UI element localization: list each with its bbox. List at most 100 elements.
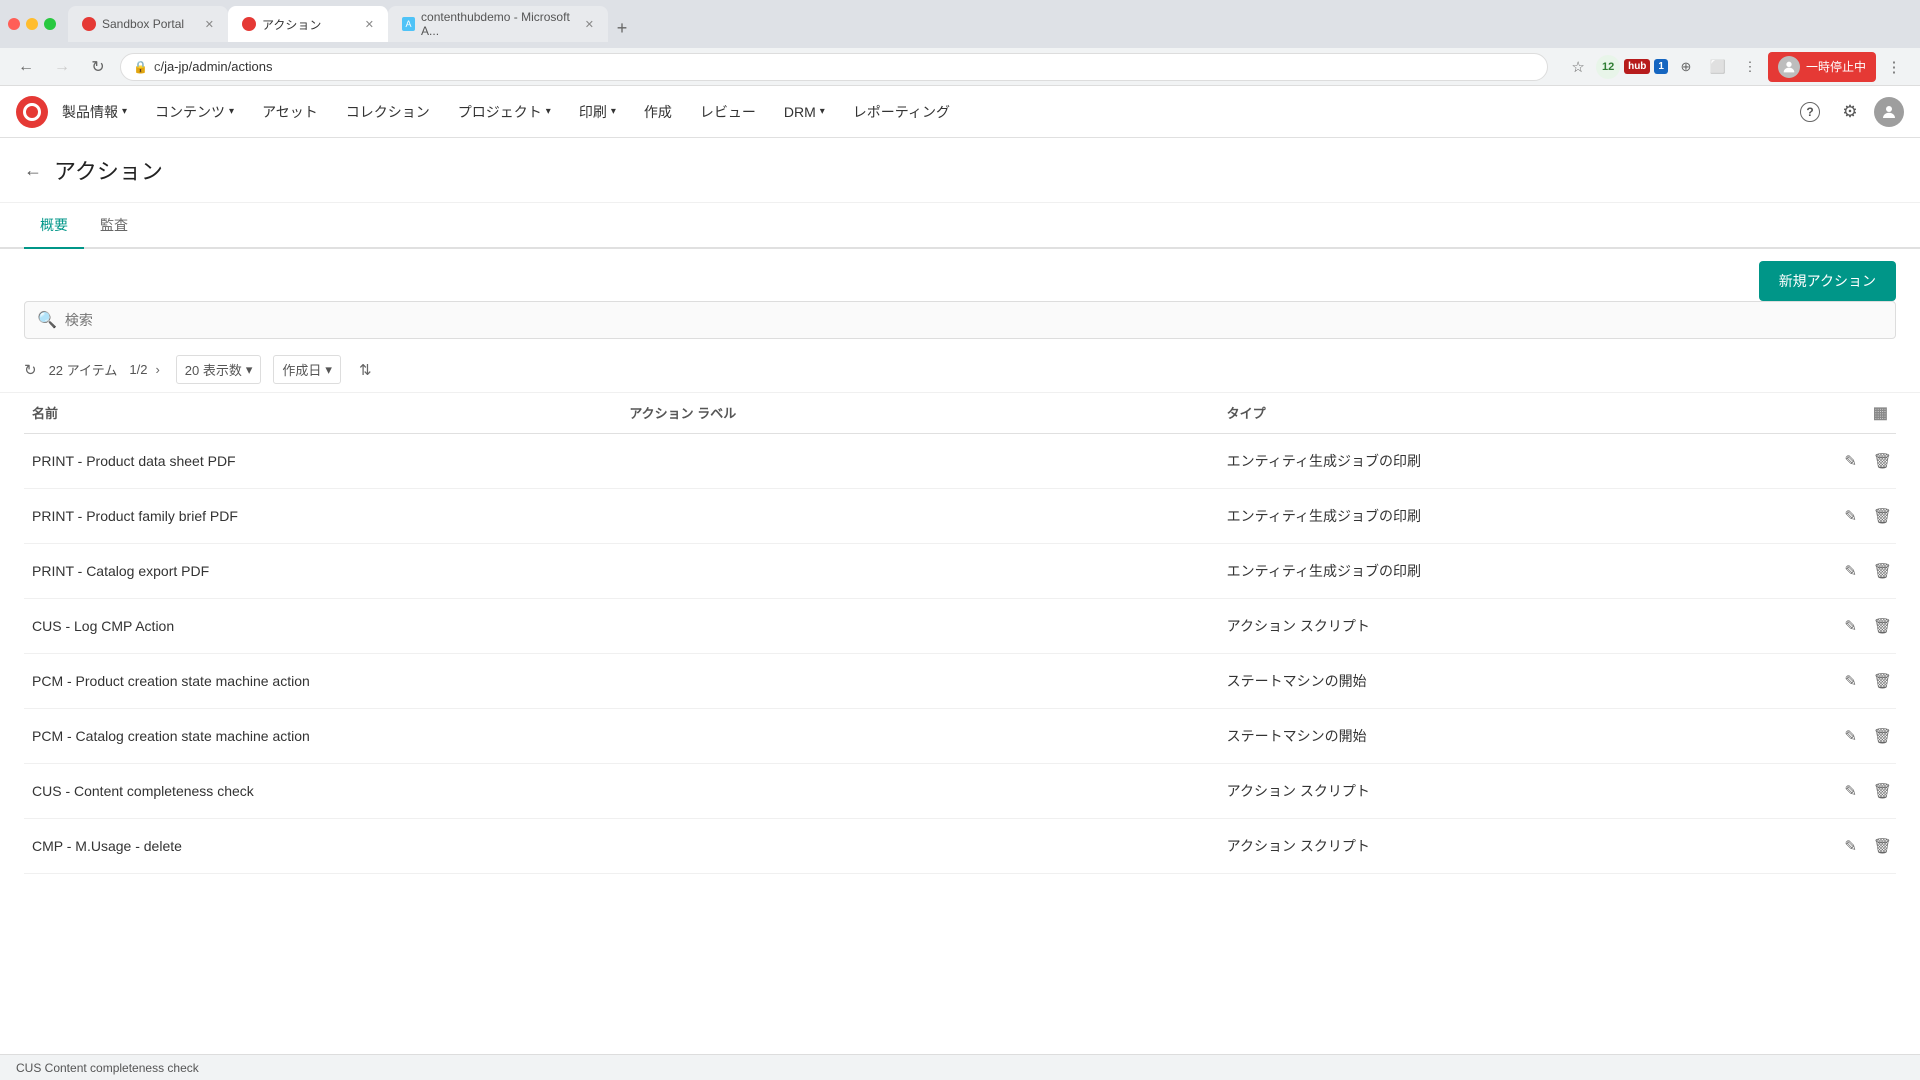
row-6-delete-button[interactable]: 🗑	[1869, 723, 1896, 749]
nav-item-reporting[interactable]: レポーティング	[839, 86, 964, 138]
settings-button[interactable]: ⚙	[1834, 96, 1866, 128]
row-8-actions: ✎ 🗑	[1816, 833, 1896, 859]
page-title: アクション	[54, 154, 163, 186]
user-pause-button[interactable]: 一時停止中	[1768, 52, 1876, 82]
forward-nav-button[interactable]: →	[48, 53, 76, 81]
nav-item-products[interactable]: 製品情報 ▾	[48, 86, 141, 138]
row-1-edit-button[interactable]: ✎	[1840, 448, 1861, 474]
back-button[interactable]: ←	[24, 160, 42, 181]
tab-label-1: Sandbox Portal	[102, 17, 184, 31]
extensions-icon[interactable]: ⬜	[1704, 53, 1732, 81]
app-logo[interactable]	[16, 96, 48, 128]
user-avatar	[1778, 56, 1800, 78]
page-tabs: 概要 監査	[0, 203, 1920, 249]
refresh-button[interactable]: ↻	[24, 361, 37, 379]
display-count-selector[interactable]: 20 表示数 ▾	[176, 355, 262, 384]
pagination: 1/2 ›	[129, 360, 163, 379]
nav-item-print[interactable]: 印刷 ▾	[565, 86, 630, 138]
new-tab-button[interactable]: +	[608, 14, 636, 42]
row-1-type: エンティティ生成ジョブの印刷	[1219, 451, 1816, 471]
row-5-edit-button[interactable]: ✎	[1840, 668, 1861, 694]
row-3-actions: ✎ 🗑	[1816, 558, 1896, 584]
table-container: 名前 アクション ラベル タイプ ▦ PRINT - Product data …	[0, 393, 1920, 874]
row-2-delete-button[interactable]: 🗑	[1869, 503, 1896, 529]
table-row: PRINT - Product family brief PDF エンティティ生…	[24, 489, 1896, 544]
table-row: PRINT - Product data sheet PDF エンティティ生成ジ…	[24, 434, 1896, 489]
table-row: CUS - Content completeness check アクション ス…	[24, 764, 1896, 819]
nav-item-drm[interactable]: DRM ▾	[770, 86, 839, 138]
browser-tab-1[interactable]: Sandbox Portal ✕	[68, 6, 228, 42]
address-bar[interactable]: 🔒 c /ja-jp/admin/actions	[120, 53, 1548, 81]
nav-dropdown-arrow-4: ▾	[546, 106, 551, 117]
col-header-type: タイプ	[1219, 403, 1816, 423]
row-4-delete-button[interactable]: 🗑	[1869, 613, 1896, 639]
nav-item-assets[interactable]: アセット	[248, 86, 332, 138]
back-nav-button[interactable]: ←	[12, 53, 40, 81]
tab-close-2[interactable]: ✕	[365, 18, 374, 31]
row-7-delete-button[interactable]: 🗑	[1869, 778, 1896, 804]
translate-icon[interactable]: ⊕	[1672, 53, 1700, 81]
sort-selector[interactable]: 作成日 ▾	[273, 355, 341, 384]
row-4-name: CUS - Log CMP Action	[24, 618, 621, 634]
row-7-edit-button[interactable]: ✎	[1840, 778, 1861, 804]
tab-label-3: contenthubdemo - Microsoft A...	[421, 10, 579, 38]
nav-item-content[interactable]: コンテンツ ▾	[141, 86, 248, 138]
tab-favicon-3: A	[402, 17, 415, 31]
reload-button[interactable]: ↻	[84, 53, 112, 81]
row-4-type: アクション スクリプト	[1219, 616, 1816, 636]
ext-hub-badge[interactable]: hub	[1624, 59, 1650, 74]
row-6-edit-button[interactable]: ✎	[1840, 723, 1861, 749]
row-3-edit-button[interactable]: ✎	[1840, 558, 1861, 584]
nav-item-projects[interactable]: プロジェクト ▾	[444, 86, 565, 138]
row-6-name: PCM - Catalog creation state machine act…	[24, 728, 621, 744]
row-8-edit-button[interactable]: ✎	[1840, 833, 1861, 859]
row-2-edit-button[interactable]: ✎	[1840, 503, 1861, 529]
tab-label-2: アクション	[262, 16, 321, 33]
row-1-delete-button[interactable]: 🗑	[1869, 448, 1896, 474]
new-action-button[interactable]: 新規アクション	[1759, 261, 1896, 301]
row-4-edit-button[interactable]: ✎	[1840, 613, 1861, 639]
settings-icon[interactable]: ⋮	[1736, 53, 1764, 81]
browser-tab-2[interactable]: アクション ✕	[228, 6, 388, 42]
nav-item-collections[interactable]: コレクション	[332, 86, 444, 138]
row-5-delete-button[interactable]: 🗑	[1869, 668, 1896, 694]
row-7-name: CUS - Content completeness check	[24, 783, 621, 799]
help-button[interactable]: ?	[1794, 96, 1826, 128]
maximize-window-button[interactable]	[44, 18, 56, 30]
item-count: 22 アイテム	[49, 360, 118, 379]
browser-more-icon[interactable]: ⋮	[1880, 53, 1908, 81]
bookmark-icon[interactable]: ☆	[1564, 53, 1592, 81]
nav-item-create[interactable]: 作成	[630, 86, 686, 138]
display-count-arrow: ▾	[246, 362, 253, 378]
sort-label: 作成日	[282, 360, 321, 379]
tab-close-1[interactable]: ✕	[205, 18, 214, 31]
nav-item-review[interactable]: レビュー	[686, 86, 770, 138]
tab-close-3[interactable]: ✕	[585, 18, 594, 31]
row-3-name: PRINT - Catalog export PDF	[24, 563, 621, 579]
next-page-button[interactable]: ›	[151, 360, 163, 379]
current-page: 1/2	[129, 362, 147, 377]
tab-audit[interactable]: 監査	[84, 203, 144, 249]
row-5-type: ステートマシンの開始	[1219, 671, 1816, 691]
address-bar-row: ← → ↻ 🔒 c /ja-jp/admin/actions ☆ 12 hub …	[0, 48, 1920, 86]
user-label: 一時停止中	[1806, 58, 1866, 75]
ext-12-badge[interactable]: 12	[1596, 55, 1620, 79]
table-row: CUS - Log CMP Action アクション スクリプト ✎ 🗑	[24, 599, 1896, 654]
tab-overview[interactable]: 概要	[24, 203, 84, 249]
row-2-actions: ✎ 🗑	[1816, 503, 1896, 529]
search-input[interactable]	[65, 312, 1883, 328]
nav-dropdown-arrow-0: ▾	[122, 106, 127, 117]
row-8-delete-button[interactable]: 🗑	[1869, 833, 1896, 859]
ext-1-badge[interactable]: 1	[1654, 59, 1668, 74]
url-path: /ja-jp/admin/actions	[160, 59, 272, 74]
browser-tab-3[interactable]: A contenthubdemo - Microsoft A... ✕	[388, 6, 608, 42]
minimize-window-button[interactable]	[26, 18, 38, 30]
gear-icon: ⚙	[1842, 102, 1857, 122]
column-view-icon[interactable]: ▦	[1873, 403, 1888, 423]
user-avatar-header[interactable]	[1874, 97, 1904, 127]
close-window-button[interactable]	[8, 18, 20, 30]
col-header-name: 名前	[24, 403, 621, 423]
filter-sort-button[interactable]: ⇅	[353, 357, 378, 383]
row-3-delete-button[interactable]: 🗑	[1869, 558, 1896, 584]
main-nav: 製品情報 ▾ コンテンツ ▾ アセット コレクション プロジェクト ▾ 印刷 ▾…	[48, 86, 1794, 138]
